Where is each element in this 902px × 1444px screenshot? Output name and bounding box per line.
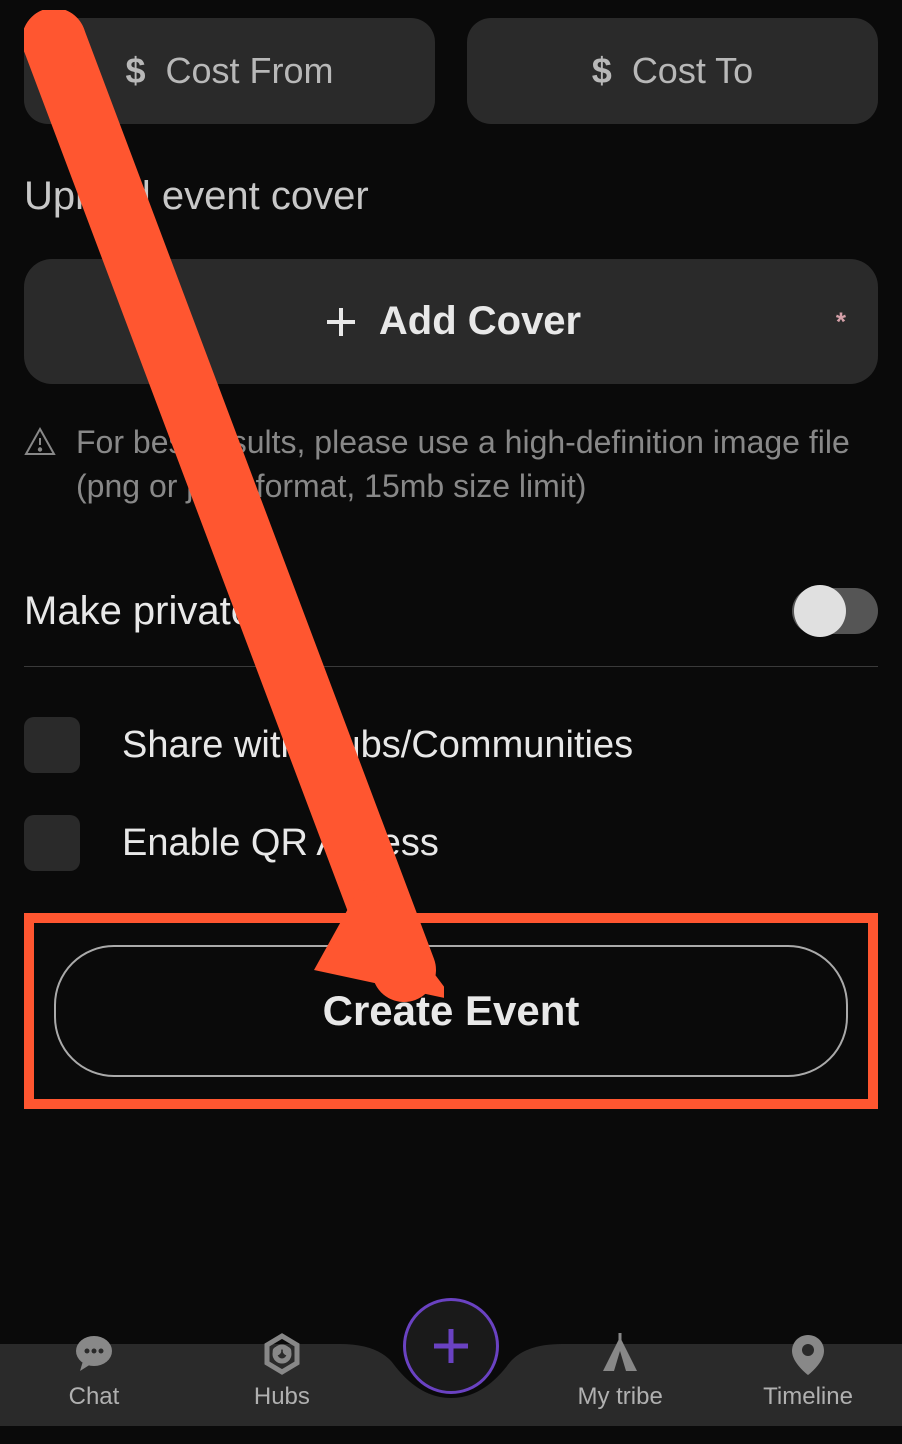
upload-section-title: Upload event cover [24,174,878,219]
share-hubs-checkbox[interactable] [24,717,80,773]
hubs-icon [259,1331,305,1377]
bottom-nav: Chat Hubs My tribe [0,1316,902,1426]
nav-add-wrapper [376,1298,526,1444]
annotation-highlight-box: Create Event [24,913,878,1109]
cost-row: $ Cost From $ Cost To [24,18,878,124]
share-hubs-row: Share with Hubs/Communities [24,717,878,773]
hint-text: For best results, please use a high-defi… [76,420,878,508]
required-asterisk: * [836,306,846,337]
dollar-icon: $ [592,50,612,92]
cost-to-placeholder: Cost To [632,50,753,92]
chat-icon [71,1331,117,1377]
make-private-toggle[interactable] [792,588,878,634]
tent-icon [597,1331,643,1377]
cost-from-placeholder: Cost From [166,50,334,92]
nav-hubs[interactable]: Hubs [188,1331,376,1411]
nav-timeline[interactable]: Timeline [714,1331,902,1411]
make-private-label: Make private [24,589,253,634]
add-cover-button[interactable]: Add Cover * [24,259,878,384]
cost-from-input[interactable]: $ Cost From [24,18,435,124]
share-hubs-label: Share with Hubs/Communities [122,724,633,767]
nav-add-button[interactable] [403,1298,499,1394]
nav-chat-label: Chat [69,1383,120,1411]
enable-qr-label: Enable QR Access [122,822,439,865]
nav-mytribe[interactable]: My tribe [526,1331,714,1411]
add-cover-label: Add Cover [379,299,581,344]
create-event-button[interactable]: Create Event [54,945,848,1077]
nav-timeline-label: Timeline [763,1383,853,1411]
enable-qr-checkbox[interactable] [24,815,80,871]
enable-qr-row: Enable QR Access [24,815,878,871]
create-event-label: Create Event [323,987,580,1034]
make-private-row: Make private [24,568,878,667]
nav-chat[interactable]: Chat [0,1331,188,1411]
dollar-icon: $ [125,50,145,92]
event-form: $ Cost From $ Cost To Upload event cover… [0,0,902,1109]
nav-hubs-label: Hubs [254,1383,310,1411]
cost-to-input[interactable]: $ Cost To [467,18,878,124]
location-icon [785,1331,831,1377]
plus-icon [321,302,361,342]
toggle-knob [794,585,846,637]
upload-hint: For best results, please use a high-defi… [24,420,878,508]
warning-icon [24,426,56,458]
nav-mytribe-label: My tribe [577,1383,662,1411]
